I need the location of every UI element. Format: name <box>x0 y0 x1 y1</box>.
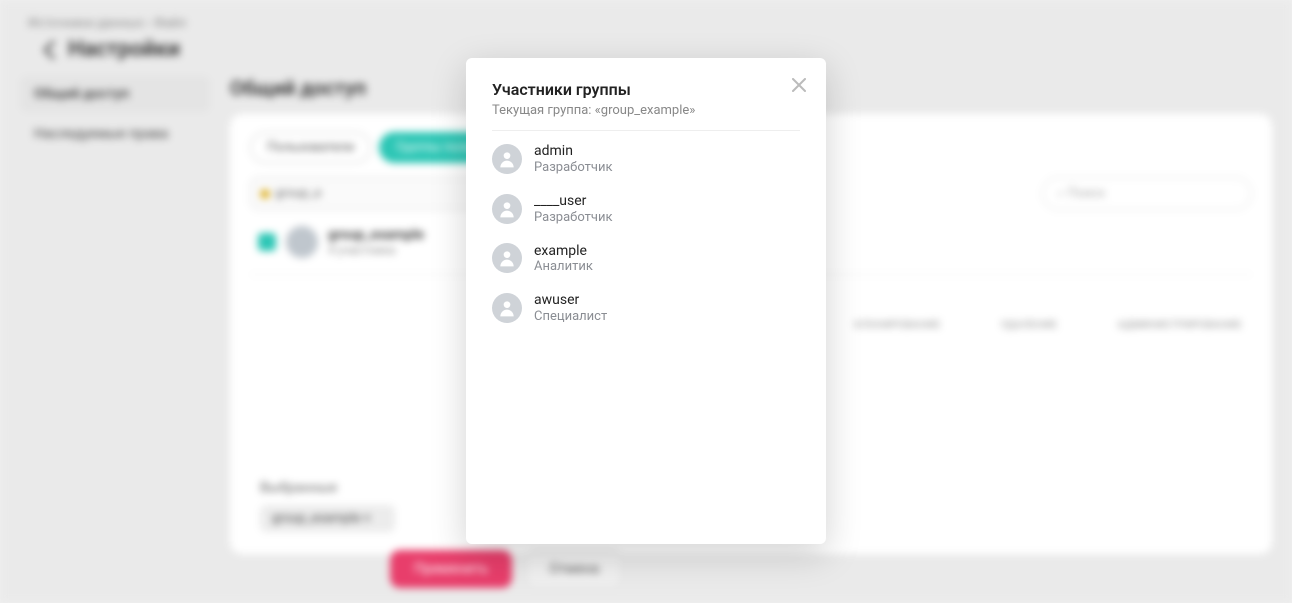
member-role: Разработчик <box>534 210 613 225</box>
avatar-icon <box>492 293 522 323</box>
member-name: example <box>534 243 593 260</box>
member-role: Разработчик <box>534 160 613 175</box>
member-name: admin <box>534 143 613 160</box>
member-role: Аналитик <box>534 259 593 274</box>
member-role: Специалист <box>534 309 607 324</box>
modal-subtitle: Текущая группа: «group_example» <box>492 103 800 131</box>
member-row: ____userРазработчик <box>492 181 800 231</box>
members-modal: Участники группы Текущая группа: «group_… <box>466 58 826 544</box>
modal-title: Участники группы <box>492 80 800 99</box>
avatar-icon <box>492 194 522 224</box>
member-row: adminРазработчик <box>492 131 800 181</box>
avatar-icon <box>492 243 522 273</box>
avatar-icon <box>492 144 522 174</box>
member-name: awuser <box>534 292 607 309</box>
member-row: awuserСпециалист <box>492 280 800 330</box>
close-icon[interactable] <box>790 76 808 94</box>
member-row: exampleАналитик <box>492 231 800 281</box>
member-name: ____user <box>534 193 613 210</box>
